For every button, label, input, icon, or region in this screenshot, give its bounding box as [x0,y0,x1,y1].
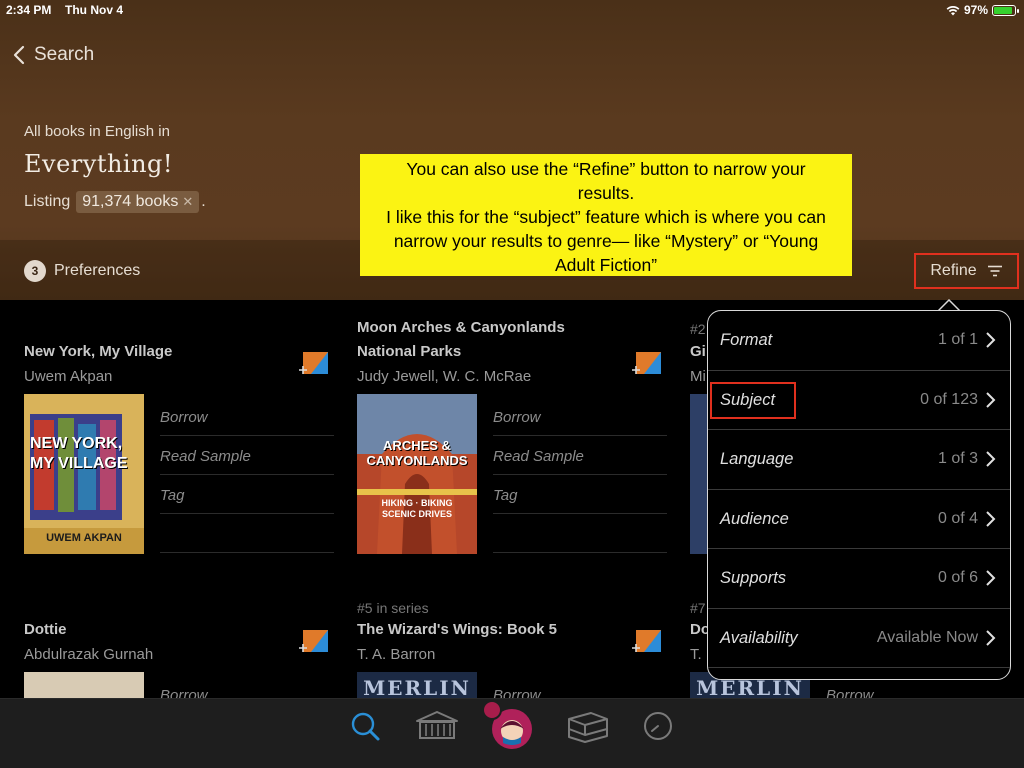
row-value: 1 of 3 [937,450,978,467]
chevron-right-icon [986,510,996,527]
notification-badge [482,700,502,720]
listing-count: 91,374 books [82,193,179,210]
refine-row-format[interactable]: Format 1 of 1 [708,311,1010,371]
status-date: Thu Nov 4 [65,3,124,17]
cover-author: UWEM AKPAN [46,532,122,544]
timeline-icon[interactable] [642,709,674,743]
annotation-line: results. [577,183,635,203]
tag-add-icon[interactable] [631,350,663,378]
read-sample-button[interactable]: Read Sample [493,436,667,475]
chevron-right-icon [986,451,996,467]
clear-icon[interactable]: ✕ [182,194,193,210]
cover-title: ARCHES & CANYONLANDS [366,438,468,468]
listing-summary: Listing 91,374 books ✕ . [24,191,206,213]
back-to-search-button[interactable]: Search [12,44,94,66]
row-value: 0 of 6 [937,569,978,586]
annotation-note: You can also use the “Refine” button to … [360,154,852,276]
cover-title: NEW YORK, MY VILLAGE [30,435,128,472]
wifi-icon [946,5,960,15]
book-title[interactable]: Gi [690,340,706,364]
annotation-line: Adult Fiction” [554,255,658,275]
tag-button[interactable]: Tag [160,475,334,514]
series-label: #7 [690,600,706,616]
preferences-button[interactable]: 3 Preferences [24,260,140,282]
annotation-line: narrow your results to genre— like “Myst… [393,231,819,251]
tab-bar [0,698,1024,768]
book-actions: Borrow Read Sample Tag [493,397,667,553]
subject-highlight [710,382,796,419]
chevron-left-icon [13,45,25,65]
preferences-count-badge: 3 [24,260,46,282]
listing-prefix: Listing [24,193,71,210]
row-label: Audience [720,509,789,528]
book-cover[interactable]: ARCHES & CANYONLANDS HIKING · BIKING SCE… [357,394,477,554]
book-title[interactable]: Dottie [24,618,67,642]
annotation-line: You can also use the “Refine” button to … [406,159,806,179]
cover-subtitle: HIKING · BIKING SCENIC DRIVES [381,498,453,519]
collection-title: Everything! [24,150,174,178]
chevron-right-icon [986,629,996,646]
book-cover[interactable]: MERLIN [357,672,477,700]
action-spacer [493,514,667,553]
filter-icon [987,265,1002,277]
book-cover[interactable]: NEW YORK, MY VILLAGE UWEM AKPAN [24,394,144,554]
refine-button[interactable]: Refine [914,253,1019,289]
borrow-button[interactable]: Borrow [493,397,667,436]
row-label: Availability [720,628,798,647]
book-title[interactable]: New York, My Village [24,340,172,364]
book-title[interactable]: The Wizard's Wings: Book 5 [357,618,557,642]
refine-label: Refine [930,262,977,279]
book-title-line-2[interactable]: National Parks [357,340,461,364]
collection-context: All books in English in [24,123,170,140]
row-label: Language [720,450,794,468]
action-spacer [160,514,334,553]
listing-suffix: . [201,193,206,210]
tag-button[interactable]: Tag [493,475,667,514]
tag-add-icon[interactable] [631,628,663,656]
chevron-right-icon [986,570,996,586]
tag-add-icon[interactable] [298,350,330,378]
refine-row-audience[interactable]: Audience 0 of 4 [708,490,1010,549]
tag-add-icon[interactable] [298,628,330,656]
battery-percent: 97% [963,3,988,17]
book-author[interactable]: T. [690,646,702,663]
refine-row-language[interactable]: Language 1 of 3 [708,430,1010,490]
row-label: Supports [720,569,787,587]
status-indicators: 97% [946,3,1019,17]
book-author[interactable]: T. A. Barron [357,646,435,663]
book-title[interactable]: Moon Arches & Canyonlands [357,316,565,340]
row-label: Format [720,331,773,349]
back-label: Search [34,44,95,65]
book-author[interactable]: Judy Jewell, W. C. McRae [357,368,531,385]
status-time: 2:34 PM [6,3,52,17]
status-bar: 2:34 PM Thu Nov 4 97% [0,0,1024,20]
battery-icon [992,4,1019,16]
book-author[interactable]: Mi [690,368,706,385]
cover-title: MERLIN [363,676,471,700]
refine-row-availability[interactable]: Availability Available Now [708,609,1010,668]
book-author[interactable]: Abdulrazak Gurnah [24,646,153,663]
listing-count-chip[interactable]: 91,374 books ✕ [76,191,200,213]
borrow-button[interactable]: Borrow [160,397,334,436]
chevron-right-icon [986,391,996,408]
refine-popover: Format 1 of 1 Subject 0 of 123 Language … [707,310,1011,680]
book-author[interactable]: Uwem Akpan [24,368,112,385]
row-value: Available Now [876,628,978,646]
book-actions: Borrow Read Sample Tag [160,397,334,553]
row-value: 0 of 4 [937,509,978,527]
library-icon[interactable] [414,709,460,743]
read-sample-button[interactable]: Read Sample [160,436,334,475]
shelf-icon[interactable] [565,709,611,743]
series-label: #5 in series [357,600,429,616]
series-label: #2 [690,321,706,337]
annotation-line: I like this for the “subject” feature wh… [386,207,826,227]
search-icon[interactable] [348,709,382,743]
book-cover[interactable] [24,672,144,700]
row-value: 0 of 123 [920,390,978,408]
row-value: 1 of 1 [937,331,978,348]
preferences-label: Preferences [54,262,141,279]
refine-row-supports[interactable]: Supports 0 of 6 [708,549,1010,609]
chevron-right-icon [986,332,996,348]
